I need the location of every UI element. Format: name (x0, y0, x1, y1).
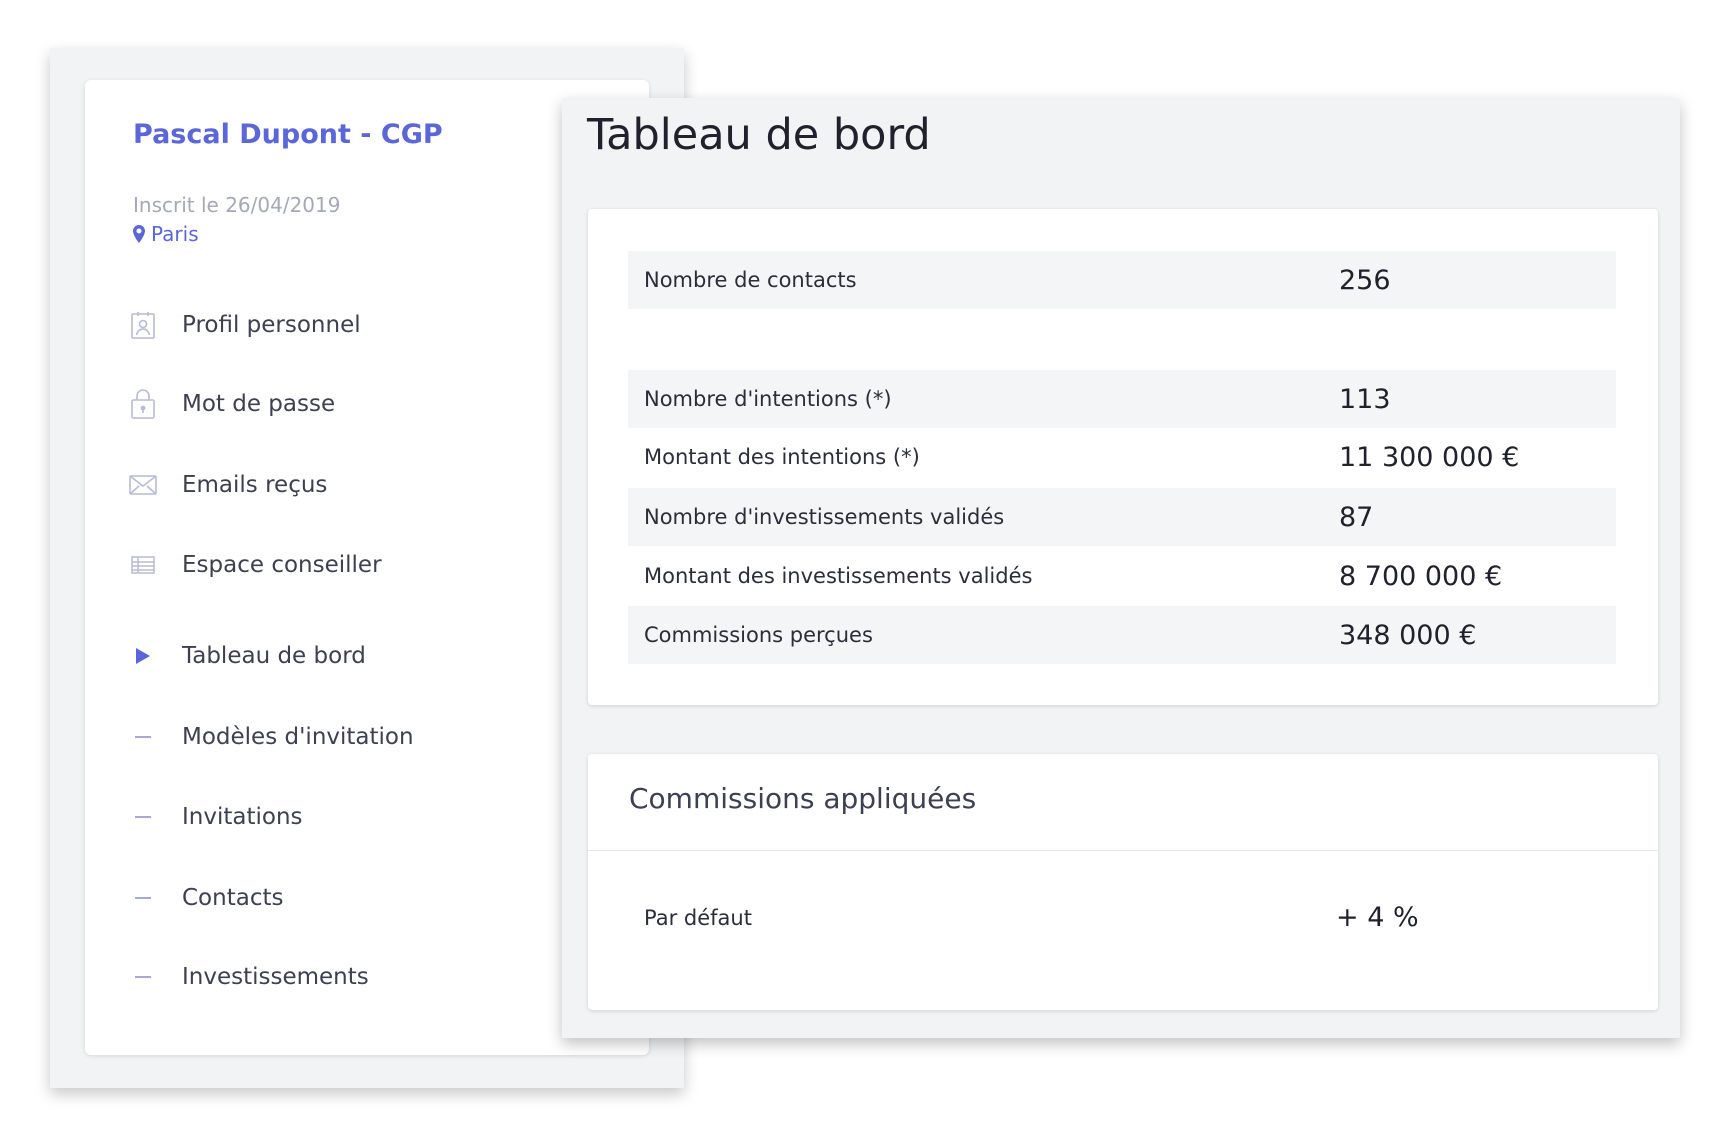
submenu-label-investments: Investissements (182, 964, 369, 990)
table-icon (128, 550, 158, 580)
stat-value: 348 000 € (1339, 619, 1477, 651)
user-location-text: Paris (151, 222, 199, 246)
stat-row-intentions-count: Nombre d'intentions (*) 113 (628, 370, 1616, 428)
registration-date: Inscrit le 26/04/2019 (133, 193, 341, 217)
stat-value: 11 300 000 € (1339, 441, 1520, 473)
map-pin-icon (133, 225, 145, 243)
stat-label: Nombre de contacts (644, 268, 857, 292)
menu-item-profile[interactable]: Profil personnel (128, 305, 361, 345)
stat-label: Nombre d'intentions (*) (644, 387, 892, 411)
stat-label: Montant des investissements validés (644, 564, 1033, 588)
menu-item-password[interactable]: Mot de passe (128, 384, 335, 424)
menu-item-emails[interactable]: Emails reçus (128, 465, 327, 505)
user-name: Pascal Dupont - CGP (133, 119, 443, 150)
menu-label-password: Mot de passe (182, 391, 336, 417)
lock-icon (128, 389, 158, 419)
page-title: Tableau de bord (587, 110, 931, 160)
dash-icon (128, 962, 158, 992)
commission-row-default: Par défaut + 4 % (628, 890, 1616, 948)
submenu-label-invitations: Invitations (182, 804, 303, 830)
menu-label-emails: Emails reçus (182, 472, 328, 498)
stat-label: Commissions perçues (644, 623, 873, 647)
dash-icon (128, 722, 158, 752)
commissions-divider (588, 850, 1658, 851)
commission-label: Par défaut (644, 906, 752, 930)
envelope-icon (128, 470, 158, 500)
user-location: Paris (133, 222, 199, 246)
stat-value: 256 (1339, 264, 1391, 296)
submenu-item-invitations[interactable]: Invitations (128, 797, 303, 837)
submenu-item-contacts[interactable]: Contacts (128, 878, 283, 918)
submenu-item-invitation-templates[interactable]: Modèles d'invitation (128, 717, 414, 757)
submenu-item-dashboard[interactable]: Tableau de bord (128, 636, 366, 676)
play-icon (128, 641, 158, 671)
stat-row-intentions-amount: Montant des intentions (*) 11 300 000 € (628, 428, 1616, 486)
stat-value: 113 (1339, 383, 1391, 415)
stat-value: 87 (1339, 501, 1374, 533)
dash-icon (128, 802, 158, 832)
commission-value: + 4 % (1336, 902, 1419, 933)
submenu-label-invitation-templates: Modèles d'invitation (182, 724, 414, 750)
stat-value: 8 700 000 € (1339, 560, 1503, 592)
stat-label: Nombre d'investissements validés (644, 505, 1005, 529)
stat-row-contacts: Nombre de contacts 256 (628, 251, 1616, 309)
submenu-label-contacts: Contacts (182, 885, 284, 911)
commissions-title: Commissions appliquées (629, 782, 977, 815)
dash-icon (128, 883, 158, 913)
menu-item-advisor-space[interactable]: Espace conseiller (128, 545, 382, 585)
stat-row-investments-count: Nombre d'investissements validés 87 (628, 488, 1616, 546)
menu-label-profile: Profil personnel (182, 312, 361, 338)
stat-row-investments-amount: Montant des investissements validés 8 70… (628, 547, 1616, 605)
menu-label-advisor-space: Espace conseiller (182, 552, 382, 578)
submenu-item-investments[interactable]: Investissements (128, 957, 369, 997)
profile-icon (128, 310, 158, 340)
submenu-label-dashboard: Tableau de bord (182, 643, 366, 669)
stat-row-commissions: Commissions perçues 348 000 € (628, 606, 1616, 664)
stat-label: Montant des intentions (*) (644, 445, 920, 469)
